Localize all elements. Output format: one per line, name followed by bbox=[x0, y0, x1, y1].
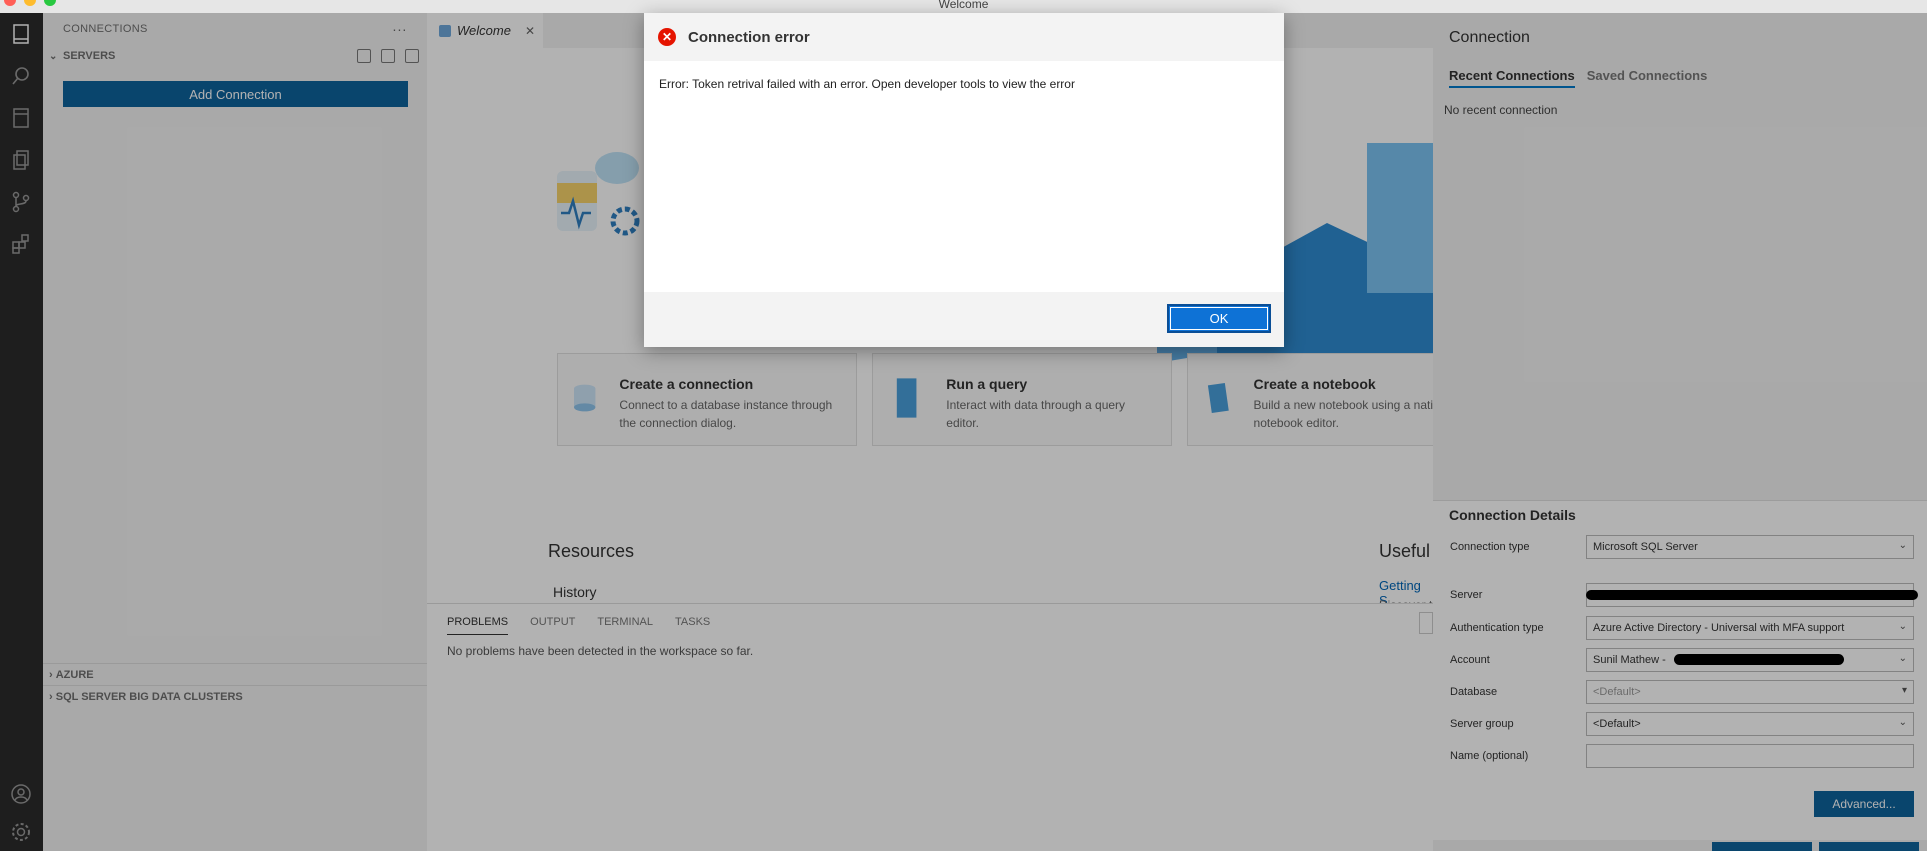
dialog-header: ✕ Connection error bbox=[644, 13, 1284, 61]
dialog-footer: OK bbox=[644, 292, 1284, 347]
window-title: Welcome bbox=[938, 0, 989, 11]
error-icon: ✕ bbox=[658, 28, 676, 46]
title-bar: Welcome bbox=[0, 0, 1927, 13]
error-message: Error: Token retrival failed with an err… bbox=[659, 77, 1075, 91]
dialog-body: Error: Token retrival failed with an err… bbox=[644, 61, 1284, 292]
connection-error-dialog: ✕ Connection error Error: Token retrival… bbox=[644, 13, 1284, 347]
dialog-title: Connection error bbox=[688, 28, 810, 46]
ok-button[interactable]: OK bbox=[1167, 304, 1271, 333]
